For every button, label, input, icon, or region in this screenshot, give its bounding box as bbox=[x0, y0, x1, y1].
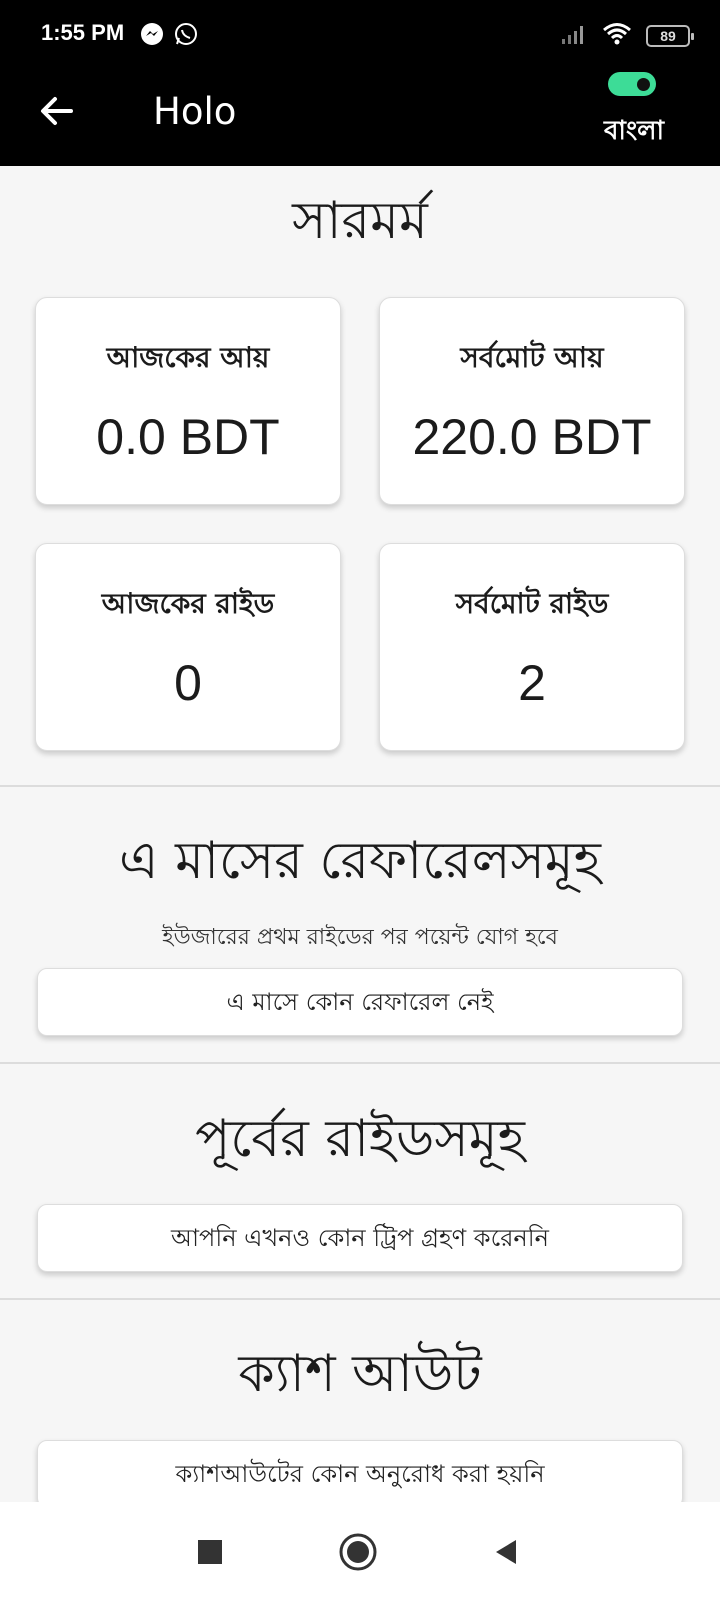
card-today-income: আজকের আয় 0.0 BDT bbox=[35, 297, 341, 505]
divider bbox=[0, 1298, 720, 1300]
circle-icon bbox=[339, 1533, 377, 1571]
card-total-rides: সর্বমোট রাইড 2 bbox=[379, 543, 685, 751]
card-label: সর্বমোট রাইড bbox=[455, 587, 609, 620]
card-value: 0.0 BDT bbox=[96, 409, 280, 465]
whatsapp-icon bbox=[174, 22, 198, 50]
system-back-button[interactable] bbox=[486, 1532, 526, 1572]
divider bbox=[0, 1062, 720, 1064]
messenger-icon bbox=[140, 22, 164, 50]
divider bbox=[0, 785, 720, 787]
referrals-note: ইউজারের প্রথম রাইডের পর পয়েন্ট যোগ হবে bbox=[162, 925, 558, 950]
card-value: 2 bbox=[518, 655, 546, 711]
system-navigation-bar bbox=[0, 1502, 720, 1600]
battery-icon: 89 bbox=[646, 25, 694, 47]
recents-button[interactable] bbox=[190, 1532, 230, 1572]
card-today-rides: আজকের রাইড 0 bbox=[35, 543, 341, 751]
previous-rides-title: পূর্বের রাইডসমূহ bbox=[195, 1109, 525, 1169]
card-total-income: সর্বমোট আয় 220.0 BDT bbox=[379, 297, 685, 505]
status-time: 1:55 PM bbox=[41, 20, 125, 45]
battery-level: 89 bbox=[660, 28, 676, 44]
signal-icon bbox=[560, 23, 588, 49]
card-label: আজকের রাইড bbox=[101, 587, 275, 620]
square-icon bbox=[198, 1540, 222, 1564]
back-button[interactable] bbox=[34, 88, 80, 134]
status-bar: 1:55 PM 89 bbox=[0, 0, 720, 66]
app-title: Holo bbox=[153, 90, 237, 133]
card-value: 0 bbox=[174, 655, 202, 711]
referrals-title: এ মাসের রেফারেলসমূহ bbox=[119, 831, 601, 891]
app-bar: Holo বাংলা bbox=[0, 66, 720, 166]
card-label: আজকের আয় bbox=[106, 341, 270, 374]
referrals-empty-message: এ মাসে কোন রেফারেল নেই bbox=[37, 968, 683, 1036]
summary-title: সারমর্ম bbox=[292, 191, 428, 251]
arrow-left-icon bbox=[41, 97, 73, 125]
language-toggle[interactable] bbox=[608, 72, 656, 96]
triangle-left-icon bbox=[496, 1540, 516, 1564]
cashout-empty-message: ক্যাশআউটের কোন অনুরোধ করা হয়নি bbox=[37, 1440, 683, 1508]
wifi-icon bbox=[602, 22, 632, 50]
cashout-title: ক্যাশ আউট bbox=[238, 1344, 482, 1404]
language-label: বাংলা bbox=[603, 116, 665, 146]
home-button[interactable] bbox=[338, 1532, 378, 1572]
card-label: সর্বমোট আয় bbox=[460, 341, 604, 374]
previous-rides-empty-message: আপনি এখনও কোন ট্রিপ গ্রহণ করেননি bbox=[37, 1204, 683, 1272]
card-value: 220.0 BDT bbox=[412, 409, 652, 465]
